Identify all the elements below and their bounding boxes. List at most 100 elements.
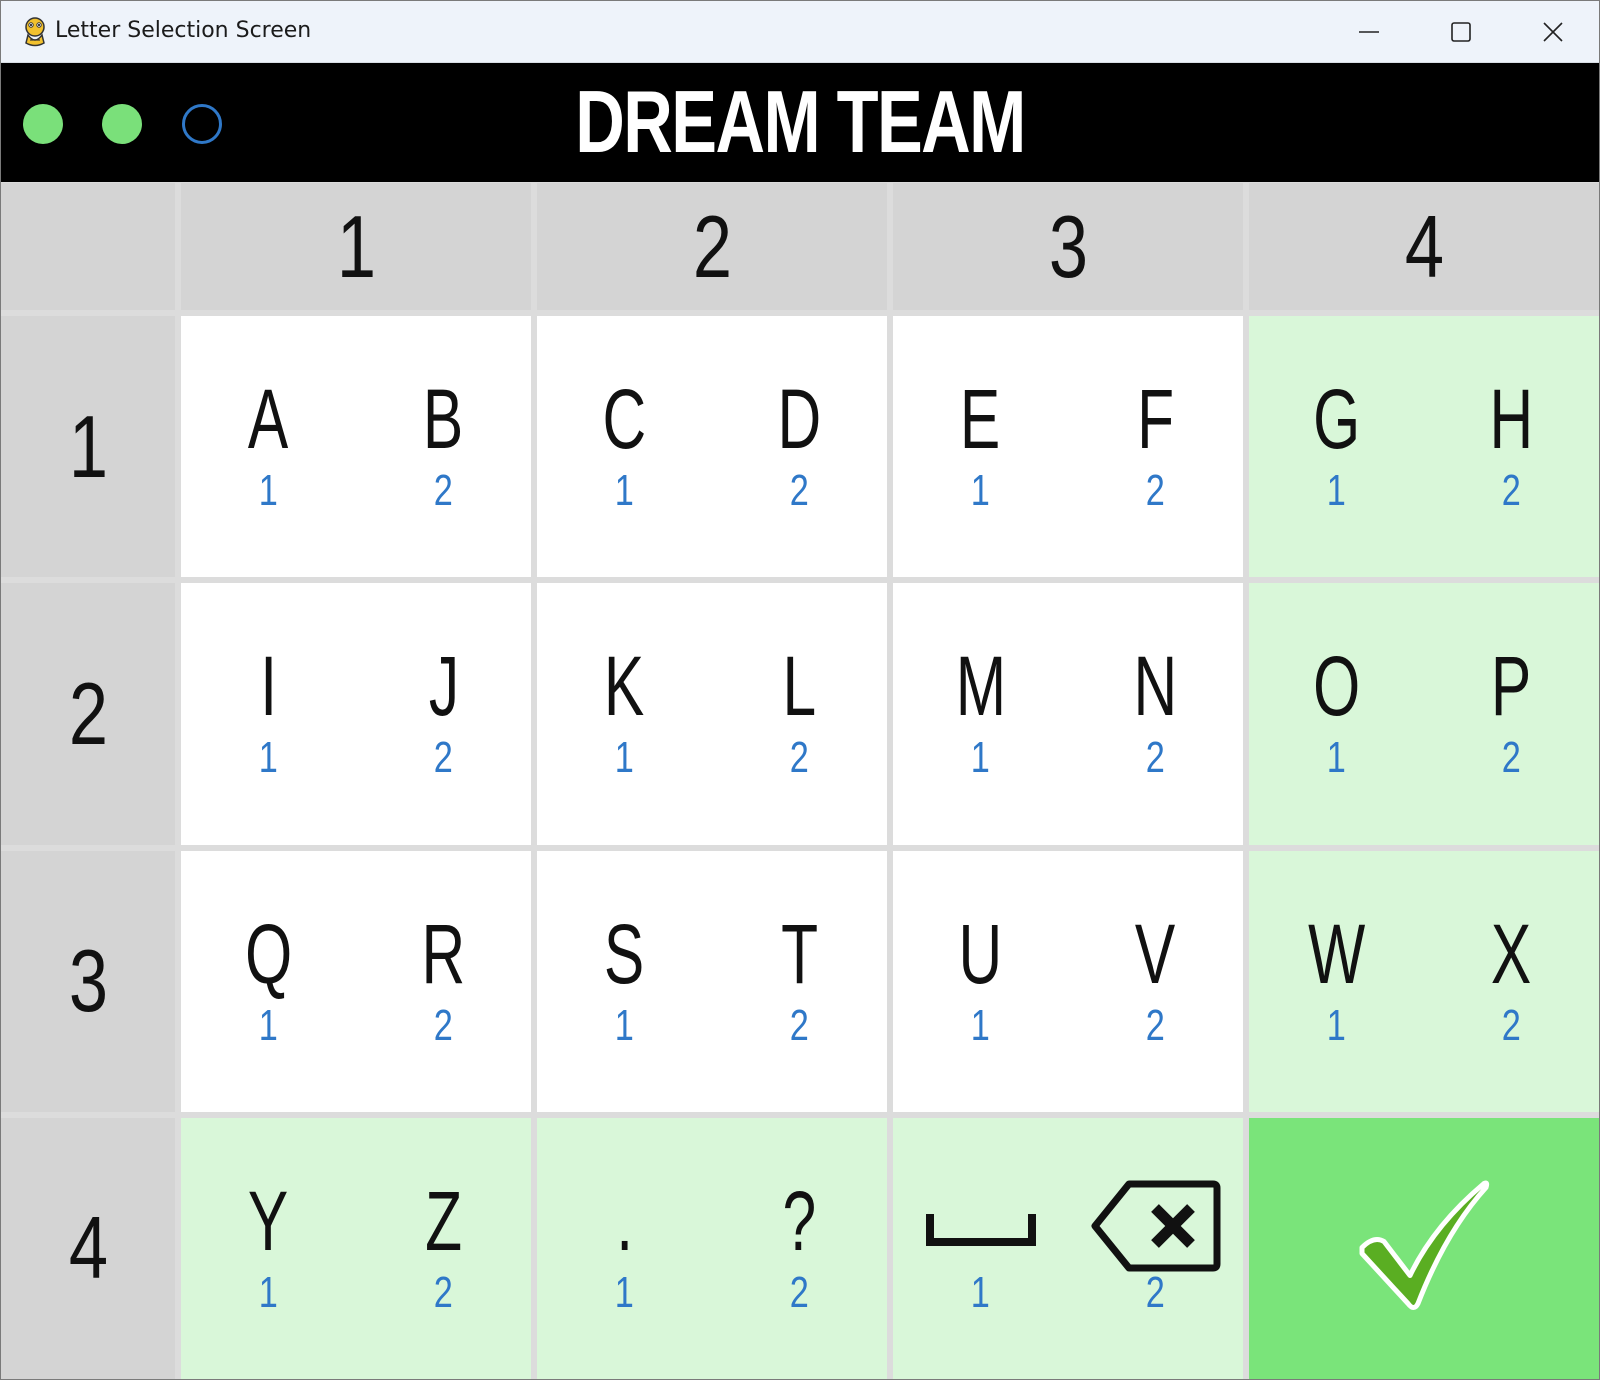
key-number-text: 2 [789,733,810,783]
letter-key-p[interactable]: P2 [1424,583,1599,844]
letter-group-cell[interactable]: S1T2 [537,850,887,1112]
row-header-label: 1 [68,396,108,496]
letter-key-o[interactable]: O1 [1249,583,1424,844]
key-number: 1 [537,1268,712,1318]
letter-key-i[interactable]: I1 [181,583,356,844]
letter-group-cell[interactable]: O1P2 [1249,583,1599,845]
row-header-2: 2 [1,583,175,845]
letter-key-period[interactable]: .1 [537,1118,712,1379]
letter-group-cell[interactable]: . 1? 2 [537,1117,887,1379]
key-character: U [893,909,1068,999]
close-button[interactable] [1507,1,1599,62]
letter-group-cell[interactable]: M1N2 [893,583,1243,845]
checkmark-icon [1354,1176,1494,1321]
key-number-text: 2 [1501,733,1522,783]
progress-dot-filled [102,104,142,144]
letter-key-m[interactable]: M1 [893,583,1068,844]
maximize-button[interactable] [1415,1,1507,62]
row-header-3: 3 [1,850,175,1112]
key-character: E [893,374,1068,464]
letter-key-u[interactable]: U1 [893,851,1068,1112]
letter-key-question[interactable]: ? 2 [712,1118,887,1379]
letter-grid: 12341A1B2C1D2E1F2G1H22I1J2K1L2M1N2O1P23Q… [1,183,1599,1379]
letter-key-e[interactable]: E1 [893,316,1068,577]
letter-key-r[interactable]: R2 [356,851,531,1112]
letter-key-j[interactable]: J2 [356,583,531,844]
key-character-text: . [616,1173,633,1268]
key-number: 2 [356,1268,531,1318]
key-number-text: 2 [1501,1000,1522,1050]
key-number: 1 [537,1001,712,1051]
key-character: O [1249,641,1424,731]
key-character-text: O [1312,639,1361,734]
key-character: Z [356,1176,531,1266]
letter-group-cell[interactable]: G1H2 [1249,316,1599,578]
key-character: ? [712,1176,887,1266]
letter-key-n[interactable]: N2 [1068,583,1243,844]
key-character: B [356,374,531,464]
key-character-text: N [1133,639,1178,734]
key-character-text: R [421,906,466,1001]
letter-key-x[interactable]: X2 [1424,851,1599,1112]
letter-key-c[interactable]: C1 [537,316,712,577]
key-character-text: S [604,906,645,1001]
key-number-text: 1 [970,466,991,515]
key-number: 1 [893,733,1068,783]
letter-key-f[interactable]: F2 [1068,316,1243,577]
letter-group-cell[interactable]: Q1R2 [181,850,531,1112]
key-number-text: 1 [258,466,279,515]
key-number-text: 1 [258,733,279,783]
letter-key-k[interactable]: K1 [537,583,712,844]
letter-key-t[interactable]: T2 [712,851,887,1112]
grid-corner [1,183,175,310]
key-number: 2 [712,1001,887,1051]
letter-group-cell[interactable]: U1V2 [893,850,1243,1112]
backspace-key[interactable]: 2 [1068,1118,1243,1379]
key-number: 2 [1424,733,1599,783]
key-number-text: 1 [970,1267,991,1317]
minimize-button[interactable] [1323,1,1415,62]
key-number-text: 1 [1326,466,1347,515]
letter-group-cell[interactable]: C1D2 [537,316,887,578]
letter-key-h[interactable]: H2 [1424,316,1599,577]
letter-group-cell[interactable]: Y1Z2 [181,1117,531,1379]
letter-group-cell[interactable]: I1J2 [181,583,531,845]
key-character: D [712,374,887,464]
key-character: J [356,641,531,731]
key-character: A [181,374,356,464]
python-snake-icon [20,15,50,47]
confirm-button[interactable] [1249,1117,1599,1379]
letter-key-g[interactable]: G1 [1249,316,1424,577]
key-number-text: 2 [433,1000,454,1050]
key-number: 1 [537,733,712,783]
key-number-text: 1 [614,733,635,783]
letter-key-w[interactable]: W1 [1249,851,1424,1112]
key-character-text: P [1491,639,1532,734]
key-character-text: K [604,639,645,734]
letter-key-z[interactable]: Z2 [356,1118,531,1379]
letter-key-b[interactable]: B2 [356,316,531,577]
letter-group-cell[interactable]: K1L2 [537,583,887,845]
key-character: C [537,374,712,464]
letter-key-l[interactable]: L2 [712,583,887,844]
letter-group-cell[interactable]: E1F2 [893,316,1243,578]
space-bar-key[interactable]: 1 [893,1118,1068,1379]
letter-group-cell[interactable]: 12 [893,1117,1243,1379]
letter-key-s[interactable]: S1 [537,851,712,1112]
key-character: M [893,641,1068,731]
column-header-label: 4 [1404,196,1444,296]
column-header-2: 2 [537,183,887,310]
letter-key-d[interactable]: D2 [712,316,887,577]
key-number: 2 [712,1268,887,1318]
key-character: . [537,1176,712,1266]
letter-group-cell[interactable]: A1B2 [181,316,531,578]
key-number-text: 2 [789,1000,810,1050]
key-character-text: H [1489,372,1534,466]
letter-key-y[interactable]: Y1 [181,1118,356,1379]
letter-key-v[interactable]: V2 [1068,851,1243,1112]
key-character: Q [181,909,356,999]
key-character: T [712,909,887,999]
letter-key-q[interactable]: Q1 [181,851,356,1112]
letter-group-cell[interactable]: W1X2 [1249,850,1599,1112]
letter-key-a[interactable]: A1 [181,316,356,577]
